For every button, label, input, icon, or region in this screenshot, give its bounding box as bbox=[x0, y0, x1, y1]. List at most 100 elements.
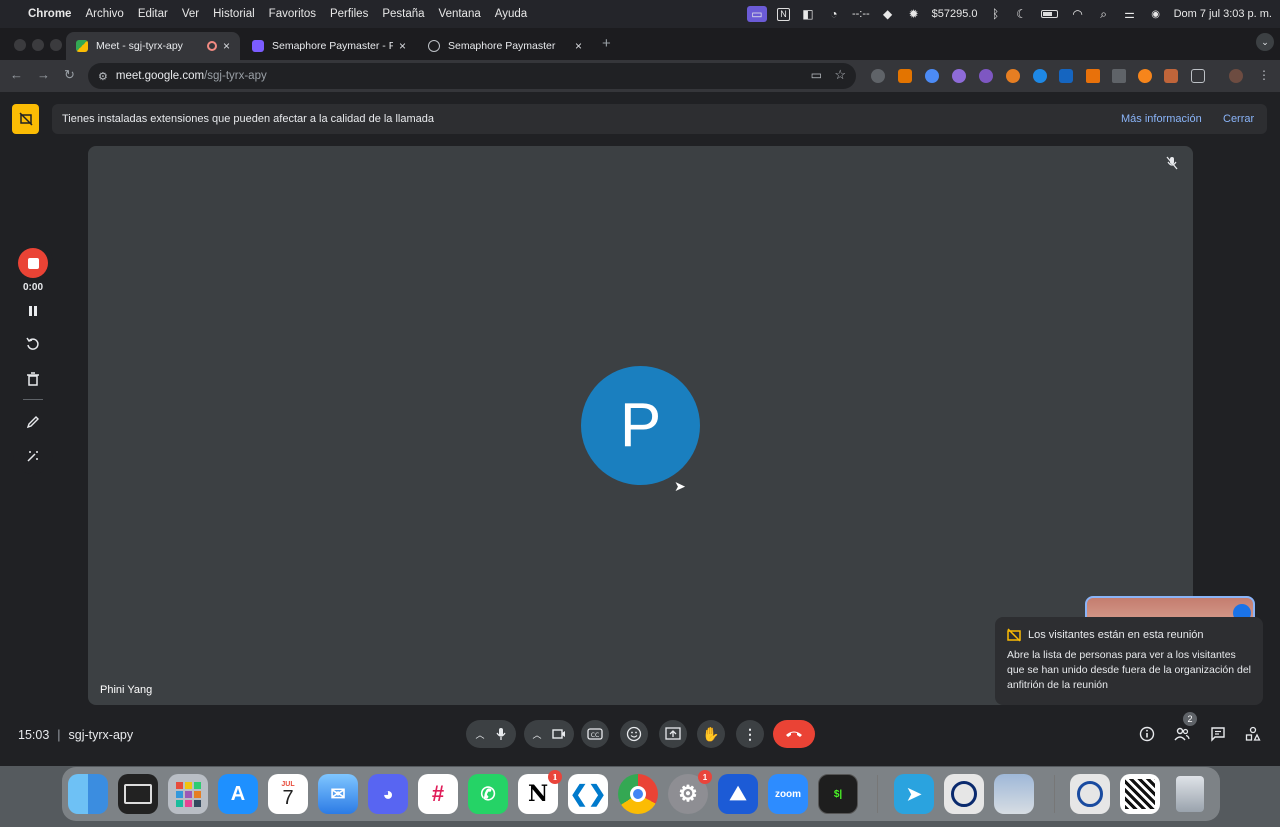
window-minimize-button[interactable] bbox=[32, 39, 44, 51]
siri-icon[interactable]: ◉ bbox=[1148, 6, 1164, 22]
chrome-icon[interactable] bbox=[618, 774, 658, 814]
pen-icon[interactable] bbox=[25, 414, 41, 430]
menu-perfiles[interactable]: Perfiles bbox=[330, 8, 368, 20]
extension-icon-2[interactable] bbox=[898, 69, 912, 83]
preview-window-icon[interactable] bbox=[994, 774, 1034, 814]
extension-icon-6[interactable] bbox=[1006, 69, 1020, 83]
whatsapp-icon[interactable]: ✆ bbox=[468, 774, 508, 814]
camera-options-chevron-icon[interactable]: ︿ bbox=[532, 728, 541, 741]
menu-historial[interactable]: Historial bbox=[213, 8, 255, 20]
menu-ver[interactable]: Ver bbox=[182, 8, 199, 20]
captions-button[interactable]: CC bbox=[581, 720, 609, 748]
chrome-menu-icon[interactable]: ⋮ bbox=[1258, 68, 1270, 82]
pause-icon[interactable] bbox=[25, 303, 41, 319]
terminal-icon[interactable]: $| bbox=[818, 774, 858, 814]
nordvpn-icon[interactable]: ⛰ bbox=[718, 774, 758, 814]
activities-icon[interactable] bbox=[1245, 726, 1261, 742]
tab-close-icon[interactable]: × bbox=[223, 39, 230, 53]
discord-icon[interactable]: ◕ bbox=[368, 774, 408, 814]
back-arrow-icon[interactable]: ← bbox=[10, 67, 23, 82]
menu-pestana[interactable]: Pestaña bbox=[382, 8, 424, 20]
mic-options-chevron-icon[interactable]: ︿ bbox=[475, 728, 484, 741]
notion-icon[interactable]: N1 bbox=[518, 770, 562, 814]
tab-search-chevron-icon[interactable]: ⌄ bbox=[1256, 33, 1274, 51]
camera-in-use-icon[interactable]: ▭ bbox=[811, 68, 822, 82]
tab-meet[interactable]: Meet - sgj-tyrx-apy × bbox=[66, 32, 240, 60]
menu-ventana[interactable]: Ventana bbox=[439, 8, 481, 20]
extension-icon-5[interactable] bbox=[979, 69, 993, 83]
extension-icon-8[interactable] bbox=[1059, 69, 1073, 83]
present-screen-button[interactable] bbox=[659, 720, 687, 748]
extension-icon-10[interactable] bbox=[1112, 69, 1126, 83]
address-bar[interactable]: ⚙ meet.google.com/sgj-tyrx-apy ▭ ☆ bbox=[88, 63, 856, 89]
microphone-icon[interactable] bbox=[495, 727, 507, 741]
close-banner-button[interactable]: Cerrar bbox=[1223, 113, 1254, 125]
forward-arrow-icon[interactable]: → bbox=[37, 67, 50, 82]
zoom-icon[interactable]: zoom bbox=[768, 774, 808, 814]
reload-icon[interactable]: ↻ bbox=[64, 67, 75, 83]
control-center-icon[interactable]: ⚌ bbox=[1122, 6, 1138, 22]
extension-icon-12[interactable] bbox=[1164, 69, 1178, 83]
system-settings-icon[interactable]: ⚙ 1 bbox=[668, 770, 712, 814]
finder-icon[interactable] bbox=[68, 774, 108, 814]
window-close-button[interactable] bbox=[14, 39, 26, 51]
timer-text[interactable]: --:-- bbox=[852, 8, 870, 20]
extension-icon-9[interactable] bbox=[1086, 69, 1100, 83]
magic-effects-icon[interactable] bbox=[25, 448, 41, 464]
people-icon[interactable] bbox=[1174, 726, 1190, 742]
trash-icon[interactable] bbox=[25, 371, 41, 387]
menubar-datetime[interactable]: Dom 7 jul 3:03 p. m. bbox=[1174, 8, 1272, 20]
bookmark-star-icon[interactable]: ☆ bbox=[834, 67, 846, 83]
new-tab-button[interactable]: + bbox=[602, 35, 611, 52]
menu-archivo[interactable]: Archivo bbox=[85, 8, 123, 20]
stop-recording-button[interactable] bbox=[18, 248, 48, 278]
leave-call-button[interactable] bbox=[773, 720, 815, 748]
timer-icon[interactable]: ◔ bbox=[826, 6, 842, 22]
spotlight-search-icon[interactable]: ⌕ bbox=[1096, 6, 1112, 22]
sidebar-status-icon[interactable]: ◧ bbox=[800, 6, 816, 22]
battery-icon[interactable] bbox=[1040, 6, 1060, 22]
extension-icon-3[interactable] bbox=[925, 69, 939, 83]
focus-moon-icon[interactable]: ☾ bbox=[1014, 6, 1030, 22]
calendar-icon[interactable]: JUL 7 bbox=[268, 774, 308, 814]
meeting-details-info-icon[interactable] bbox=[1139, 726, 1155, 742]
extensions-puzzle-icon[interactable] bbox=[1191, 69, 1205, 83]
profile-avatar[interactable] bbox=[1229, 69, 1243, 83]
reactions-button[interactable] bbox=[620, 720, 648, 748]
app-store-icon[interactable]: A bbox=[218, 774, 258, 814]
menu-ayuda[interactable]: Ayuda bbox=[495, 8, 527, 20]
site-settings-icon[interactable]: ⚙ bbox=[98, 70, 108, 83]
mail-icon[interactable]: ✉ bbox=[318, 774, 358, 814]
qr-code-icon[interactable] bbox=[1120, 774, 1160, 814]
tab-close-icon[interactable]: × bbox=[575, 39, 582, 53]
tab-close-icon[interactable]: × bbox=[399, 39, 406, 53]
balance-text[interactable]: $57295.0 bbox=[932, 8, 978, 20]
app-menu-chrome[interactable]: Chrome bbox=[28, 8, 71, 20]
extension-icon-4[interactable] bbox=[952, 69, 966, 83]
notion-status-icon[interactable]: N bbox=[776, 7, 790, 21]
chat-icon[interactable] bbox=[1210, 726, 1226, 742]
tab-semaphore-paymaster[interactable]: Semaphore Paymaster × bbox=[418, 32, 592, 60]
extension-icon-1[interactable] bbox=[871, 69, 885, 83]
launchpad-icon[interactable] bbox=[168, 774, 208, 814]
window-zoom-button[interactable] bbox=[50, 39, 62, 51]
1password-icon[interactable] bbox=[944, 774, 984, 814]
metamask-icon[interactable] bbox=[1138, 69, 1152, 83]
camera-icon[interactable] bbox=[551, 728, 566, 740]
more-info-link[interactable]: Más información bbox=[1121, 113, 1202, 125]
screen-recorder-icon[interactable]: ▭ bbox=[746, 6, 767, 22]
more-options-button[interactable]: ⋮ bbox=[736, 720, 764, 748]
slack-icon[interactable]: # bbox=[418, 774, 458, 814]
gear-status-icon[interactable]: ✹ bbox=[906, 6, 922, 22]
tab-semaphore-presentation[interactable]: Semaphore Paymaster - Pres × bbox=[242, 32, 416, 60]
menu-favoritos[interactable]: Favoritos bbox=[269, 8, 316, 20]
menu-editar[interactable]: Editar bbox=[138, 8, 168, 20]
extension-icon-7[interactable] bbox=[1033, 69, 1047, 83]
bluetooth-icon[interactable]: ᛒ bbox=[988, 6, 1004, 22]
mission-control-app-icon[interactable] bbox=[118, 774, 158, 814]
trash-bin-icon[interactable] bbox=[1170, 774, 1210, 814]
1password-window-icon[interactable] bbox=[1070, 774, 1110, 814]
restart-icon[interactable] bbox=[25, 336, 41, 352]
telegram-icon[interactable]: ➤ bbox=[894, 774, 934, 814]
raise-hand-button[interactable]: ✋ bbox=[697, 720, 725, 748]
